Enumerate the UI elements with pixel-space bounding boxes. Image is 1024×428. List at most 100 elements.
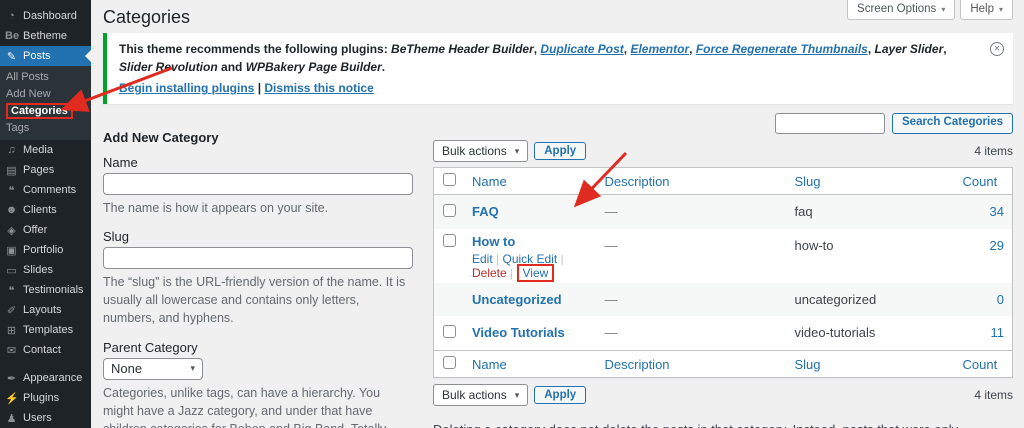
- select-all-checkbox[interactable]: [443, 173, 456, 186]
- posts-submenu: All Posts Add New Categories Tags: [0, 66, 91, 140]
- top-toolbar: Bulk actions ▾ Apply 4 items: [433, 140, 1013, 162]
- tag-icon: ◈: [7, 224, 16, 237]
- category-description: —: [604, 292, 618, 307]
- sidebar-item-slides[interactable]: ▭ Slides: [0, 260, 91, 280]
- name-label: Name: [103, 155, 138, 170]
- category-name-link[interactable]: Video Tutorials: [472, 325, 565, 340]
- plugin-link[interactable]: Force Regenerate Thumbnails: [696, 42, 868, 56]
- sidebar-item-label: Clients: [23, 204, 57, 216]
- sidebar-item-label: Comments: [23, 184, 77, 196]
- separator: ,: [689, 42, 696, 56]
- category-description: —: [604, 325, 618, 340]
- sidebar-item-betheme[interactable]: Be Betheme: [0, 26, 91, 46]
- bottom-toolbar: Bulk actions ▾ Apply 4 items: [433, 384, 1013, 406]
- category-name-link[interactable]: How to: [472, 234, 515, 249]
- table-row: Uncategorized — uncategorized 0: [433, 283, 1013, 316]
- bulk-actions-select[interactable]: Bulk actions ▾: [433, 384, 529, 406]
- sidebar-item-templates[interactable]: ⊞ Templates: [0, 320, 91, 340]
- column-header-count[interactable]: Count: [954, 350, 1013, 378]
- column-header-name[interactable]: Name: [464, 350, 597, 378]
- sidebar-item-label: Layouts: [23, 304, 62, 316]
- dismiss-notice-icon[interactable]: ✕: [990, 42, 1004, 56]
- category-count-link[interactable]: 11: [991, 325, 1005, 340]
- sidebar-item-posts[interactable]: ✎ Posts: [0, 46, 91, 66]
- sidebar-item-comments[interactable]: ❝ Comments: [0, 180, 91, 200]
- apply-button[interactable]: Apply: [534, 142, 587, 160]
- bulk-actions-select[interactable]: Bulk actions ▾: [433, 140, 529, 162]
- submenu-item-categories[interactable]: Categories: [0, 102, 91, 119]
- dashboard-icon: ◔: [8, 10, 15, 22]
- table-header-row: Name Description Slug Count: [433, 167, 1013, 195]
- category-name-link[interactable]: FAQ: [472, 204, 499, 219]
- column-header-slug[interactable]: Slug: [786, 350, 955, 378]
- sidebar-item-testimonials[interactable]: ❝ Testimonials: [0, 280, 91, 300]
- category-count-link[interactable]: 29: [990, 238, 1004, 253]
- separator: ,: [943, 42, 947, 56]
- column-header-description[interactable]: Description: [596, 350, 787, 378]
- plugin-link[interactable]: Duplicate Post: [540, 42, 623, 56]
- sidebar-item-layouts[interactable]: ✐ Layouts: [0, 300, 91, 320]
- divider: |: [496, 252, 500, 266]
- submenu-label: Tags: [6, 121, 30, 134]
- apply-button[interactable]: Apply: [534, 386, 587, 404]
- separator: and: [217, 60, 246, 74]
- begin-installing-plugins-link[interactable]: Begin installing plugins: [119, 81, 254, 95]
- category-description: —: [604, 238, 618, 253]
- sidebar-item-pages[interactable]: ▤ Pages: [0, 160, 91, 180]
- view-link[interactable]: View: [523, 266, 549, 280]
- plugin-icon: ⚡: [5, 392, 19, 405]
- plugin-link[interactable]: Elementor: [630, 42, 689, 56]
- chevron-down-icon: ▾: [998, 4, 1003, 14]
- slug-label: Slug: [103, 229, 130, 245]
- submenu-item-add-new[interactable]: Add New: [0, 85, 91, 102]
- sidebar-item-media[interactable]: ♫ Media: [0, 140, 91, 160]
- category-count-link[interactable]: 0: [997, 292, 1004, 307]
- category-count-link[interactable]: 34: [990, 204, 1004, 219]
- sidebar-item-offer[interactable]: ◈ Offer: [0, 220, 91, 240]
- sidebar-item-label: Slides: [23, 264, 53, 276]
- sidebar-item-clients[interactable]: ☻ Clients: [0, 200, 91, 220]
- row-checkbox[interactable]: [443, 234, 456, 247]
- sidebar-item-dashboard[interactable]: ◔ Dashboard: [0, 6, 91, 26]
- plugin-name: Slider Revolution: [119, 60, 218, 74]
- sidebar-item-appearance[interactable]: ✒ Appearance: [0, 368, 91, 388]
- categories-table: Name Description Slug Count FAQ — faq 34…: [433, 167, 1013, 378]
- table-row: Video Tutorials — video-tutorials 11: [434, 316, 1013, 351]
- divider: |: [257, 81, 262, 95]
- selected-option: Bulk actions: [442, 144, 507, 158]
- category-name-link[interactable]: Uncategorized: [472, 292, 562, 307]
- category-slug: faq: [794, 204, 813, 219]
- sidebar-item-users[interactable]: ♟ Users: [0, 408, 91, 428]
- slides-icon: ▭: [6, 264, 17, 277]
- parent-category-select[interactable]: None ▾: [103, 357, 203, 380]
- help-button[interactable]: Help ▾: [960, 0, 1013, 20]
- column-header-name[interactable]: Name: [464, 167, 597, 195]
- form-heading: Add New Category: [103, 130, 219, 145]
- chevron-down-icon: ▾: [190, 363, 195, 373]
- table-row: FAQ — faq 34: [433, 194, 1013, 229]
- submenu-item-tags[interactable]: Tags: [0, 119, 91, 136]
- screen-options-button[interactable]: Screen Options ▾: [847, 0, 956, 20]
- column-header-count[interactable]: Count: [954, 167, 1013, 195]
- delete-link[interactable]: Delete: [472, 266, 507, 280]
- search-input[interactable]: [775, 113, 885, 134]
- sidebar-separator: [0, 360, 91, 368]
- sidebar-item-portfolio[interactable]: ▣ Portfolio: [0, 240, 91, 260]
- row-checkbox[interactable]: [443, 325, 456, 338]
- main-content: Screen Options ▾ Help ▾ Categories This …: [91, 0, 1024, 428]
- dismiss-this-notice-link[interactable]: Dismiss this notice: [264, 81, 373, 95]
- help-label: Help: [970, 3, 994, 15]
- sidebar-item-plugins[interactable]: ⚡ Plugins: [0, 388, 91, 408]
- edit-link[interactable]: Edit: [472, 252, 493, 266]
- column-header-description[interactable]: Description: [596, 167, 787, 195]
- slug-help-text: The “slug” is the URL-friendly version o…: [103, 275, 406, 326]
- search-categories-button[interactable]: Search Categories: [892, 113, 1013, 134]
- submenu-item-all-posts[interactable]: All Posts: [0, 68, 91, 85]
- name-field[interactable]: [103, 173, 413, 195]
- column-header-slug[interactable]: Slug: [786, 167, 955, 195]
- row-checkbox[interactable]: [443, 204, 456, 217]
- slug-field[interactable]: [103, 247, 413, 270]
- select-all-checkbox[interactable]: [443, 356, 456, 369]
- sidebar-item-label: Plugins: [23, 392, 60, 404]
- sidebar-item-contact[interactable]: ✉ Contact: [0, 340, 91, 360]
